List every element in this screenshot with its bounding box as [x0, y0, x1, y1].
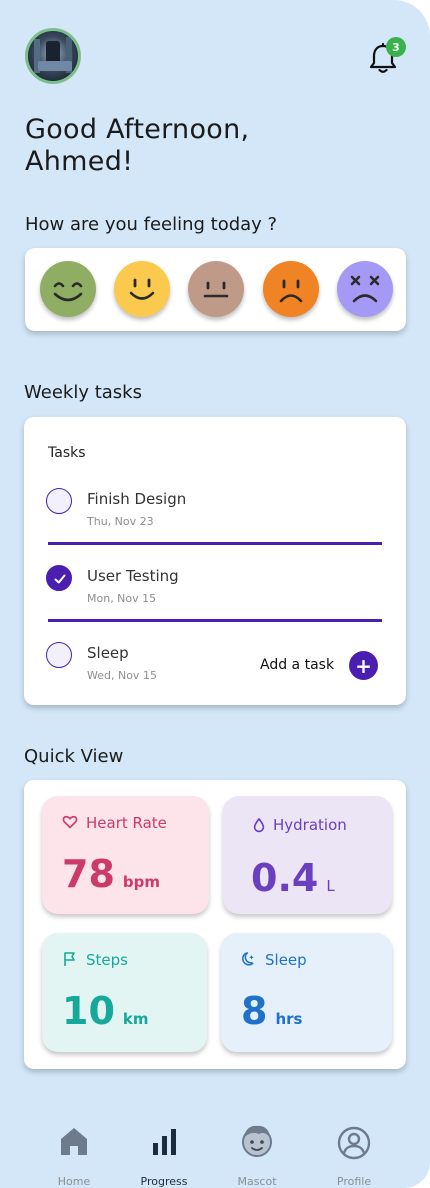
nav-label-home: Home — [57, 1175, 91, 1188]
flag-icon — [64, 952, 75, 966]
task-divider — [48, 542, 382, 545]
plus-icon[interactable]: + — [349, 651, 378, 680]
task-name: Finish Design — [87, 490, 187, 508]
bottom-nav: Home Progress Mascot Profile — [0, 1110, 430, 1188]
hydration-value: 0.4 — [251, 856, 319, 900]
hydration-label: Hydration — [273, 816, 347, 834]
avatar[interactable] — [25, 28, 81, 84]
sad-face-icon — [279, 279, 303, 303]
dizzy-face-icon — [350, 275, 380, 303]
greeting-line-2: Ahmed! — [25, 146, 134, 177]
heart-rate-value-row: 78 bpm — [62, 852, 160, 904]
nav-label-mascot: Mascot — [237, 1175, 277, 1188]
task-checkbox-checked[interactable] — [46, 565, 72, 591]
task-date: Mon, Nov 15 — [87, 592, 157, 605]
mood-awful-button[interactable] — [337, 261, 393, 317]
add-task-button[interactable]: Add a task + — [260, 651, 380, 681]
greeting-line-1: Good Afternoon, — [25, 114, 250, 145]
sleep-label: Sleep — [265, 951, 307, 969]
app-screen: 3 Good Afternoon, Ahmed! How are you fee… — [0, 0, 430, 1188]
bar-chart-icon — [153, 1129, 176, 1155]
steps-value-row: 10 km — [62, 989, 149, 1041]
smile-face-icon — [129, 278, 155, 300]
hydration-unit: L — [326, 877, 335, 895]
task-divider — [48, 619, 382, 622]
task-name: Sleep — [87, 644, 129, 662]
droplet-icon — [253, 818, 265, 833]
tasks-card: Tasks Finish Design Thu, Nov 23 User Tes… — [24, 417, 406, 705]
mood-content-button[interactable] — [114, 261, 170, 317]
nav-item-mascot[interactable]: Mascot — [217, 1124, 297, 1188]
mascot-icon — [242, 1125, 272, 1157]
mood-neutral-button[interactable] — [188, 261, 244, 317]
user-icon — [337, 1126, 371, 1160]
add-task-label: Add a task — [260, 657, 335, 673]
quick-view-title: Quick View — [24, 746, 124, 767]
avatar-photo-detail — [38, 61, 72, 71]
task-checkbox[interactable] — [46, 488, 72, 514]
hydration-value-row: 0.4 L — [251, 856, 335, 908]
nav-item-profile[interactable]: Profile — [314, 1124, 394, 1188]
mood-happy-button[interactable] — [40, 261, 96, 317]
neutral-face-icon — [203, 281, 229, 298]
heart-rate-card[interactable]: Heart Rate 78 bpm — [42, 796, 209, 914]
quick-view-card: Heart Rate 78 bpm Hydration 0.4 L Steps 10… — [24, 780, 406, 1069]
task-item[interactable]: User Testing Mon, Nov 15 — [46, 565, 386, 605]
home-icon — [61, 1128, 87, 1155]
mood-question: How are you feeling today ? — [25, 214, 278, 235]
steps-value: 10 — [62, 989, 115, 1033]
greeting: Good Afternoon, Ahmed! — [25, 114, 405, 178]
task-date: Wed, Nov 15 — [87, 669, 157, 682]
task-date: Thu, Nov 23 — [87, 515, 154, 528]
nav-label-profile: Profile — [336, 1175, 372, 1188]
tasks-card-title: Tasks — [48, 445, 86, 461]
sleep-value: 8 — [241, 989, 268, 1033]
moon-icon — [241, 952, 254, 966]
steps-unit: km — [122, 1010, 149, 1028]
steps-label: Steps — [86, 951, 128, 969]
notification-badge[interactable]: 3 — [386, 37, 406, 57]
task-item[interactable]: Finish Design Thu, Nov 23 — [46, 488, 386, 528]
mood-card — [25, 248, 406, 331]
nav-item-home[interactable]: Home — [34, 1124, 114, 1188]
heart-rate-unit: bpm — [122, 873, 160, 891]
heart-rate-label: Heart Rate — [86, 814, 167, 832]
sleep-unit: hrs — [275, 1010, 303, 1028]
task-checkbox[interactable] — [46, 642, 72, 668]
task-item[interactable]: Sleep Wed, Nov 15 — [46, 642, 246, 682]
happy-face-icon — [53, 282, 83, 302]
sleep-value-row: 8 hrs — [241, 989, 302, 1041]
hydration-card[interactable]: Hydration 0.4 L — [223, 796, 392, 914]
task-name: User Testing — [87, 567, 179, 585]
sleep-card[interactable]: Sleep 8 hrs — [221, 933, 392, 1052]
weekly-tasks-title: Weekly tasks — [24, 382, 142, 403]
mood-sad-button[interactable] — [263, 261, 319, 317]
heart-icon — [62, 815, 78, 829]
steps-card[interactable]: Steps 10 km — [42, 933, 207, 1052]
nav-item-progress[interactable]: Progress — [124, 1124, 204, 1188]
nav-label-progress: Progress — [140, 1175, 188, 1188]
check-icon — [54, 574, 66, 584]
heart-rate-value: 78 — [62, 852, 115, 896]
